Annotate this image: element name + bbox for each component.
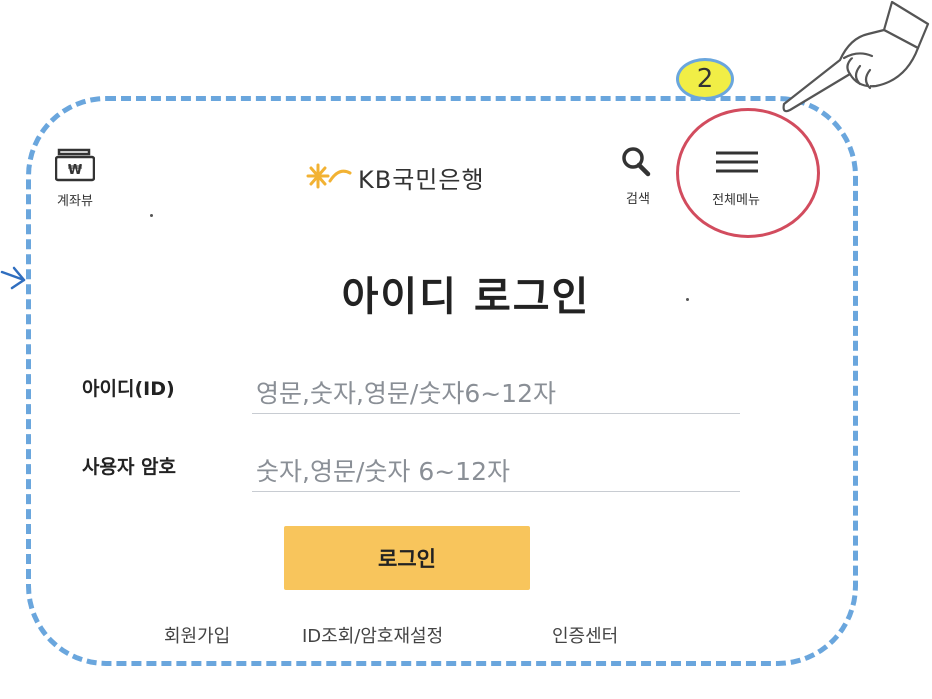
account-view-label: 계좌뷰: [57, 194, 93, 209]
id-field-label: 아이디(ID): [82, 378, 175, 400]
login-button[interactable]: 로그인: [284, 526, 530, 590]
id-input[interactable]: [252, 374, 740, 414]
wallet-icon: ₩: [54, 148, 96, 186]
signup-link[interactable]: 회원가입: [164, 622, 230, 646]
search-label: 검색: [626, 192, 650, 207]
scan-speck: [686, 298, 689, 301]
id-lookup-link[interactable]: ID조회/암호재설정: [302, 622, 443, 646]
auth-center-link[interactable]: 인증센터: [552, 622, 618, 646]
kb-logo: KB국민은행: [306, 160, 485, 195]
password-field-label: 사용자 암호: [82, 456, 177, 478]
search-button[interactable]: 검색: [618, 146, 658, 207]
step-badge: 2: [676, 58, 734, 100]
page-title: 아이디 로그인: [341, 274, 591, 320]
svg-text:₩: ₩: [68, 163, 83, 178]
logo-text: KB국민은행: [358, 166, 485, 194]
password-input[interactable]: [252, 452, 740, 492]
search-icon: [618, 146, 658, 184]
footer-links: 회원가입 ID조회/암호재설정 인증센터: [0, 622, 932, 646]
pointing-hand-icon: [780, 0, 932, 128]
arrow-icon: [0, 260, 28, 298]
kb-star-logo-icon: [306, 161, 352, 195]
account-view-button[interactable]: ₩ 계좌뷰: [54, 148, 96, 209]
scan-speck: [150, 214, 153, 217]
